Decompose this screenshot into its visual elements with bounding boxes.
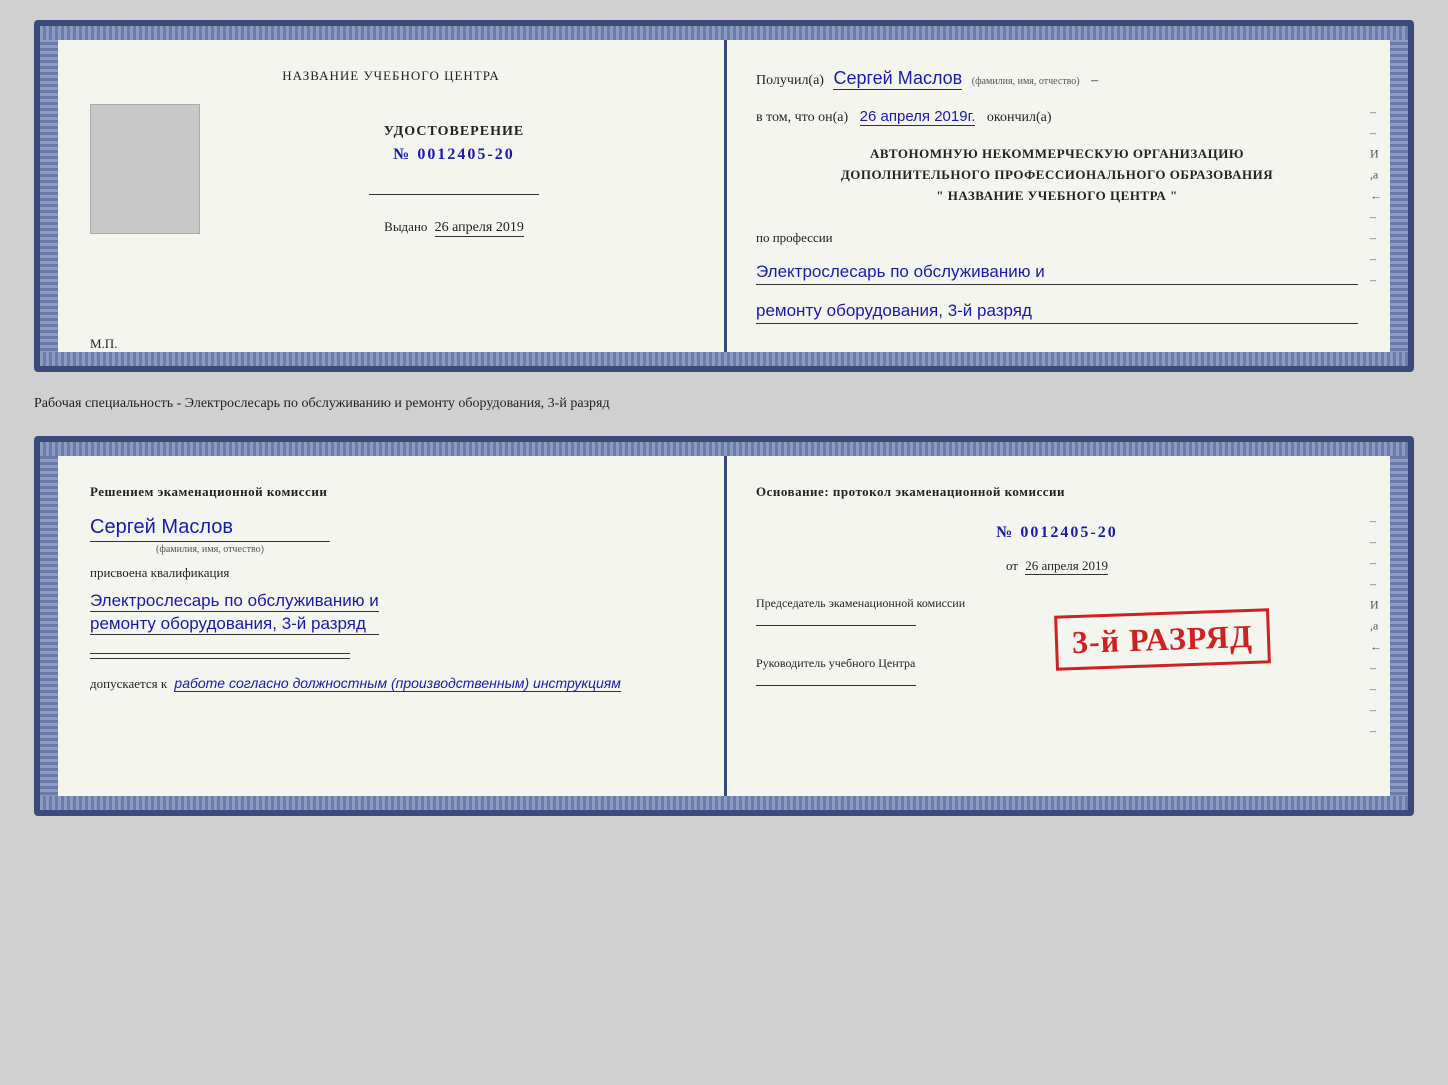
- profession-line1: Электрослесарь по обслуживанию и: [756, 260, 1358, 285]
- certificate-number: № 0012405-20: [393, 146, 514, 164]
- stamp-box: 3-й РАЗРЯД: [1054, 608, 1271, 670]
- assigned-text: присвоена квалификация: [90, 565, 229, 581]
- recipient-name: Сергей Маслов: [833, 68, 962, 90]
- qual-line2: ремонту оборудования, 3-й разряд: [90, 614, 379, 635]
- issued-date: 26 апреля 2019: [435, 220, 524, 237]
- card1-right-panel: Получил(а) Сергей Маслов (фамилия, имя, …: [724, 26, 1390, 366]
- stamp-text: 3-й РАЗРЯД: [1072, 617, 1254, 660]
- in-that-line: в том, что он(а) 26 апреля 2019г. окончи…: [756, 108, 1358, 126]
- in-that-date: 26 апреля 2019г.: [860, 108, 976, 126]
- right-texture: [1390, 26, 1408, 366]
- profession-label: по профессии: [756, 230, 1358, 246]
- basis-text: Основание: протокол экаменационной комис…: [756, 484, 1358, 500]
- org-block: АВТОНОМНУЮ НЕКОММЕРЧЕСКУЮ ОРГАНИЗАЦИЮ ДО…: [756, 144, 1358, 206]
- mp-label: М.П.: [90, 336, 117, 352]
- card1-left-panel: НАЗВАНИЕ УЧЕБНОГО ЦЕНТРА УДОСТОВЕРЕНИЕ №…: [58, 26, 724, 366]
- basis-date-value: 26 апреля 2019: [1025, 558, 1108, 575]
- right-side-decoration: ––И,а←––––: [1370, 105, 1382, 288]
- decision-text: Решением экаменационной комиссии: [90, 484, 327, 500]
- basis-number: № 0012405-20: [756, 524, 1358, 542]
- fio-hint-2: (фамилия, имя, отчество): [90, 544, 330, 555]
- basis-date: от 26 апреля 2019: [756, 558, 1358, 575]
- right-side-decoration-2: ––––И,а←––––: [1370, 513, 1382, 738]
- ruler-sig-line: [756, 685, 916, 686]
- certificate-card-2: Решением экаменационной комиссии Сергей …: [34, 436, 1414, 816]
- right-texture-2: [1390, 442, 1408, 810]
- person-name: Сергей Маслов: [90, 516, 233, 538]
- chairman-sig-line: [756, 625, 916, 626]
- between-label: Рабочая специальность - Электрослесарь п…: [34, 390, 1414, 418]
- left-texture: [40, 26, 58, 366]
- certificate-card-1: НАЗВАНИЕ УЧЕБНОГО ЦЕНТРА УДОСТОВЕРЕНИЕ №…: [34, 20, 1414, 372]
- card2-left-panel: Решением экаменационной комиссии Сергей …: [58, 442, 724, 810]
- certificate-label: УДОСТОВЕРЕНИЕ: [384, 124, 524, 140]
- profession-line2: ремонту оборудования, 3-й разряд: [756, 299, 1358, 324]
- issued-label: Выдано: [384, 219, 427, 234]
- fio-hint-1: (фамилия, имя, отчество): [972, 76, 1080, 87]
- training-center-title: НАЗВАНИЕ УЧЕБНОГО ЦЕНТРА: [282, 68, 499, 84]
- left-texture-2: [40, 442, 58, 810]
- allowed-value: работе согласно должностным (производств…: [174, 675, 620, 692]
- issued-line: Выдано 26 апреля 2019: [384, 219, 524, 237]
- card2-right-panel: Основание: протокол экаменационной комис…: [724, 442, 1390, 810]
- received-line: Получил(а) Сергей Маслов (фамилия, имя, …: [756, 68, 1358, 90]
- allowed-line: допускается к работе согласно должностны…: [90, 675, 621, 692]
- qual-line1: Электрослесарь по обслуживанию и: [90, 591, 379, 612]
- photo-placeholder: [90, 104, 200, 234]
